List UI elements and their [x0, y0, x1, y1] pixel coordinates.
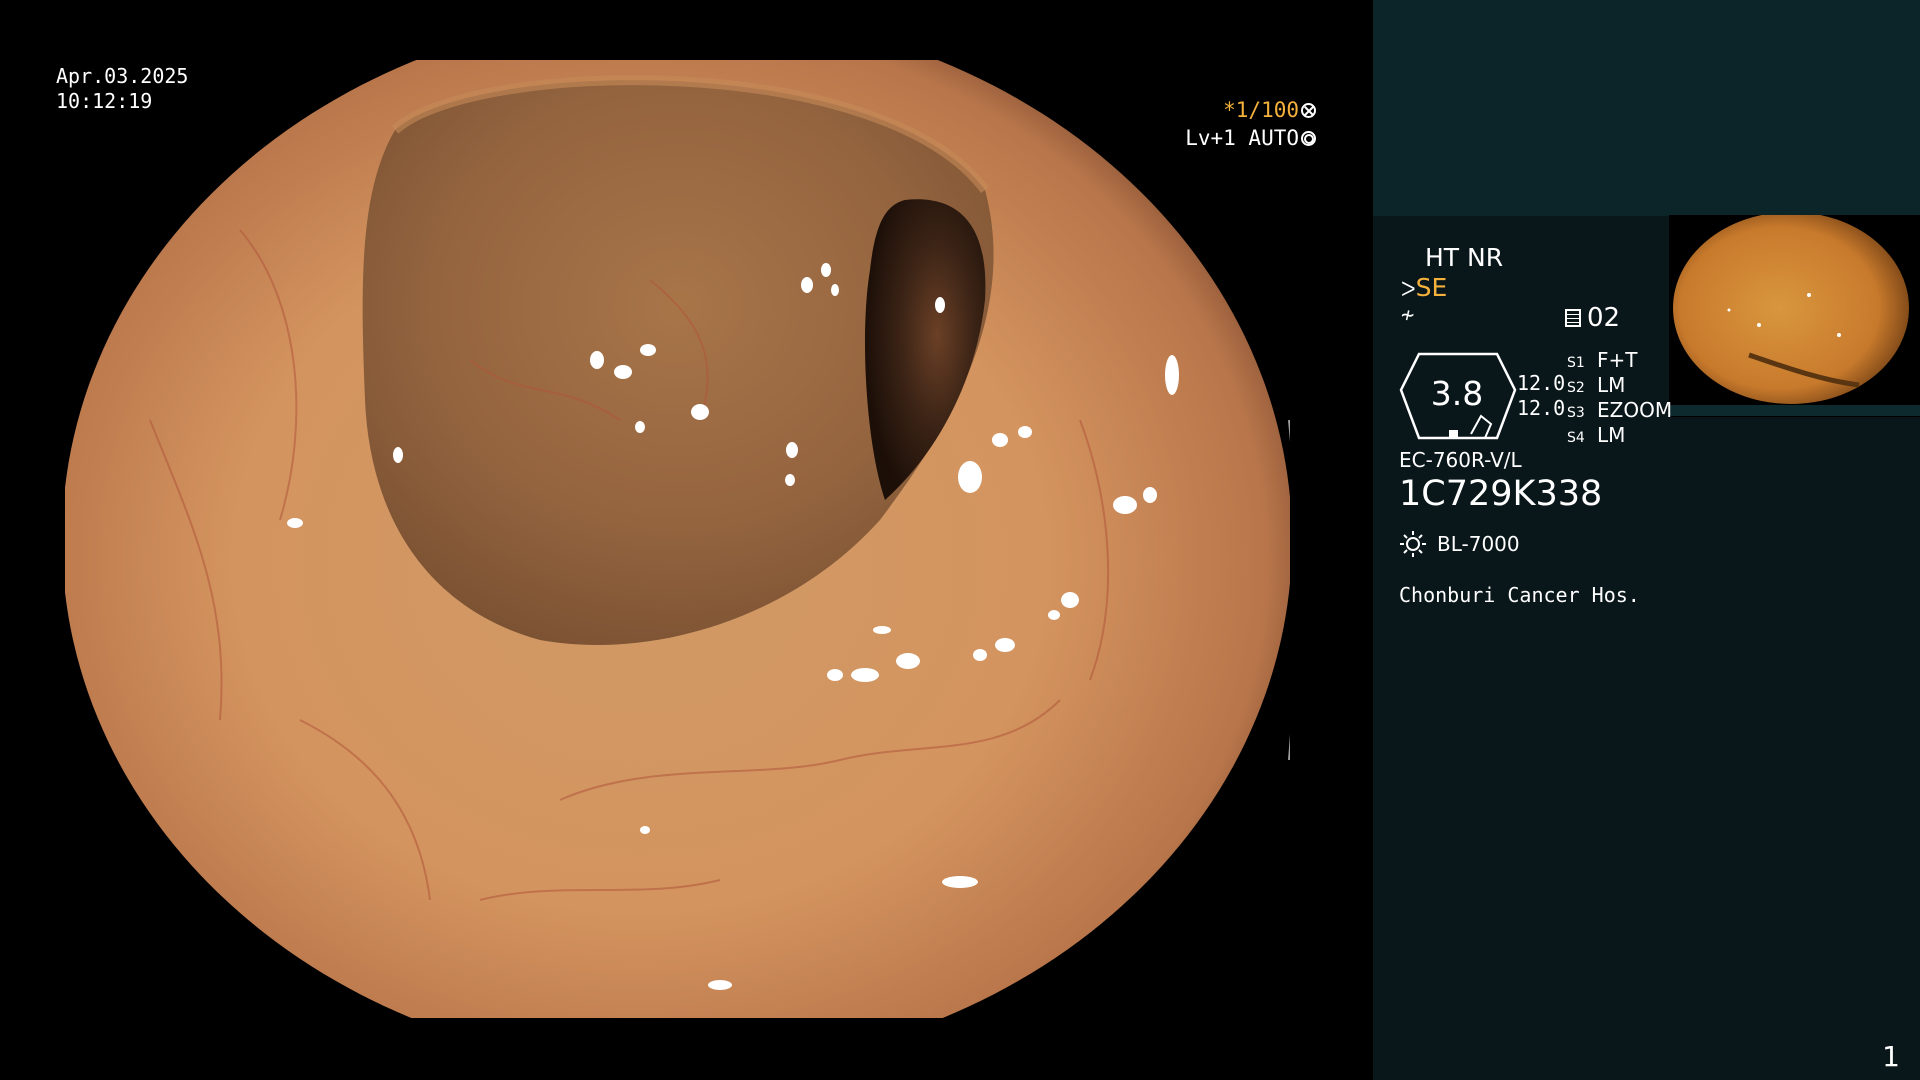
- switch-row-3: S3 EZOOM: [1567, 398, 1672, 422]
- value-b: 12.0: [1517, 396, 1566, 420]
- switch-value: LM: [1597, 373, 1626, 397]
- scope-serial: 1C729K338: [1399, 474, 1603, 514]
- se-label: SE: [1415, 273, 1448, 302]
- thumbnail-preview: [1669, 215, 1920, 417]
- light-source-row: BL-7000: [1399, 532, 1520, 556]
- datetime-overlay: Apr.03.2025 10:12:19: [56, 64, 188, 114]
- switch-key: S2: [1567, 380, 1585, 396]
- memory-value: 02: [1587, 303, 1621, 333]
- value-a: 12.0: [1517, 371, 1566, 395]
- iris-icon: [1301, 103, 1316, 118]
- light-source-label: BL-7000: [1437, 532, 1520, 556]
- memory-icon: [1565, 309, 1581, 327]
- endoscope-view: Apr.03.2025 10:12:19 *1/100 Lv+1 AUTO: [0, 0, 1373, 1080]
- time-text: 10:12:19: [56, 89, 153, 113]
- auto-iris-icon: [1301, 131, 1316, 146]
- enhance-icon: ᐳ: [1401, 277, 1416, 301]
- level-mode-overlay: Lv+1 AUTO: [1185, 126, 1316, 151]
- switch-row-1: S1 F+T: [1567, 348, 1637, 372]
- scope-model: EC-760R-V/L: [1399, 448, 1522, 472]
- thumbnail-image[interactable]: [1669, 215, 1920, 417]
- mode-text: AUTO: [1248, 126, 1299, 150]
- ht-nr-label: HT NR: [1425, 243, 1504, 272]
- color-mode-icon: ≁: [1401, 303, 1415, 328]
- shutter-overlay: *1/100: [1223, 98, 1316, 123]
- gauge-value: 3.8: [1430, 374, 1484, 413]
- date-text: Apr.03.2025: [56, 64, 189, 88]
- switch-row-2: S2 LM: [1567, 373, 1625, 397]
- memory-row: 02: [1565, 303, 1620, 333]
- shutter-text: *1/100: [1223, 98, 1299, 122]
- page-number: 1: [1882, 1040, 1900, 1073]
- switch-key: S3: [1567, 405, 1585, 421]
- panel-header-area: [1373, 0, 1920, 216]
- thumbnail-caption-bar: [1669, 405, 1920, 416]
- switch-value: LM: [1597, 423, 1626, 447]
- switch-value: F+T: [1597, 348, 1638, 372]
- hospital-name: Chonburi Cancer Hos.: [1399, 583, 1640, 607]
- endoscopic-image: [65, 60, 1290, 1018]
- info-panel: HT NR ᐳSE ≁ 02 3.8 12.0 12.0 S1 F+T S2 LM …: [1373, 0, 1920, 1080]
- switch-key: S4: [1567, 430, 1585, 446]
- level-text: Lv+1: [1185, 126, 1236, 150]
- switch-row-4: S4 LM: [1567, 423, 1625, 447]
- switch-key: S1: [1567, 355, 1585, 371]
- structure-enhance-row: ᐳSE: [1401, 273, 1447, 302]
- switch-value: EZOOM: [1597, 398, 1673, 422]
